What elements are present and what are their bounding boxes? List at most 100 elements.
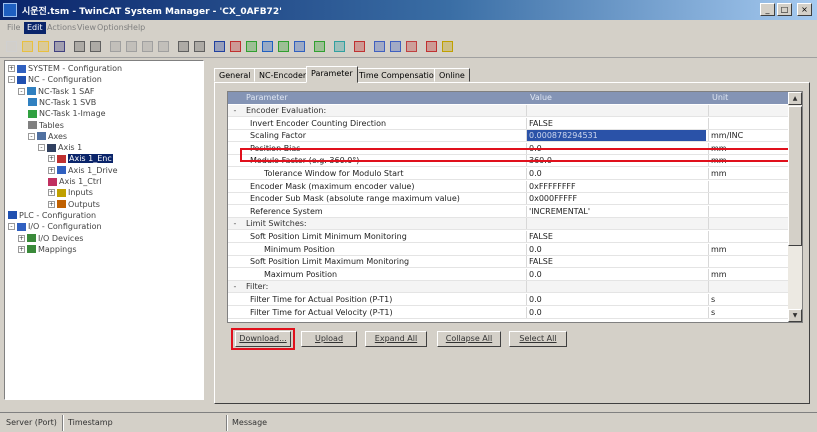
configuration-tree[interactable]: + SYSTEM - Configuration - NC - Configurati… — [4, 60, 204, 400]
parameter-value[interactable] — [526, 105, 706, 116]
new-icon[interactable] — [4, 39, 19, 54]
expand-icon[interactable]: + — [8, 65, 15, 72]
collapse-icon[interactable]: - — [8, 223, 15, 231]
select-all-button[interactable]: Select All — [509, 331, 567, 347]
tree-item[interactable]: - Axis 1 — [38, 142, 82, 153]
expand-all-button[interactable]: Expand All — [365, 331, 427, 347]
parameter-value[interactable]: 'INCREMENTAL' — [526, 205, 706, 217]
tree-item[interactable]: + Outputs — [48, 199, 100, 210]
parameter-row[interactable]: Filter Time for Actual Position (P-T1) 0.… — [228, 294, 790, 306]
parameter-row[interactable]: Maximum Position 0.0 mm — [228, 268, 790, 281]
parameter-row[interactable]: Encoder Sub Mask (absolute range maximum… — [228, 193, 790, 206]
tree-item[interactable]: + Mappings — [18, 244, 77, 255]
parameter-row[interactable]: Minimum Position 0.0 mm — [228, 243, 790, 256]
tree-item[interactable]: - NC - Configuration — [8, 74, 102, 85]
collapse-icon[interactable]: - — [228, 218, 242, 229]
parameter-value[interactable]: 0.0 — [526, 243, 706, 255]
parameter-row[interactable]: Scaling Factor 0.000878294531 mm/INC — [228, 130, 790, 143]
header-value[interactable]: Value — [530, 93, 552, 102]
parameter-group-row[interactable]: - Encoder Evaluation: — [228, 105, 790, 117]
paste-with-links-icon[interactable] — [156, 39, 171, 54]
activate-config-icon[interactable] — [244, 39, 259, 54]
tab-general[interactable]: General — [214, 68, 256, 82]
parameter-value[interactable] — [526, 218, 706, 230]
scroll-up-icon[interactable]: ▲ — [788, 92, 802, 105]
header-parameter[interactable]: Parameter — [246, 93, 288, 102]
collapse-icon[interactable]: - — [38, 144, 45, 152]
show-online-icon[interactable] — [312, 39, 327, 54]
collapse-icon[interactable]: - — [228, 281, 242, 292]
tree-item[interactable]: + SYSTEM - Configuration — [8, 63, 122, 74]
tab-time-compensation[interactable]: Time Compensation — [354, 68, 444, 82]
find-icon[interactable] — [176, 39, 191, 54]
find-next-icon[interactable] — [192, 39, 207, 54]
maximize-button[interactable]: □ — [777, 3, 792, 16]
tree-item[interactable]: NC-Task 1 SVB — [28, 97, 96, 108]
expand-icon[interactable]: + — [48, 189, 55, 197]
parameter-group-row[interactable]: - Filter: — [228, 281, 790, 294]
expand-icon[interactable]: + — [48, 166, 55, 174]
parameter-value[interactable]: 0x000FFFFF — [526, 193, 706, 205]
tab-nc-encoder[interactable]: NC-Encoder — [254, 68, 312, 82]
parameter-row[interactable]: Soft Position Limit Minimum Monitoring FA… — [228, 231, 790, 243]
open-icon[interactable] — [20, 39, 35, 54]
parameter-row[interactable]: Tolerance Window for Modulo Start 0.0 mm — [228, 168, 790, 180]
ads-icon[interactable] — [424, 39, 439, 54]
check-icon[interactable] — [260, 39, 275, 54]
parameter-value[interactable]: FALSE — [526, 256, 706, 268]
print-icon[interactable] — [72, 39, 87, 54]
column-message[interactable]: Message — [232, 418, 267, 427]
parameter-row[interactable]: Reference System 'INCREMENTAL' — [228, 205, 790, 218]
expand-icon[interactable]: + — [48, 200, 55, 208]
find-pointer-icon[interactable] — [388, 39, 403, 54]
tree-item[interactable]: NC-Task 1-Image — [28, 108, 106, 119]
parameter-value[interactable]: FALSE — [526, 117, 706, 129]
set-run-mode-icon[interactable] — [276, 39, 291, 54]
tree-item[interactable]: + I/O Devices — [18, 233, 83, 244]
parameter-value[interactable]: 0.0 — [526, 168, 706, 179]
tree-item[interactable]: Axis 1_Ctrl — [48, 176, 101, 187]
tree-item[interactable]: + Inputs — [48, 187, 93, 198]
parameter-group-row[interactable]: - Limit Switches: — [228, 218, 790, 231]
tab-online[interactable]: Online — [434, 68, 470, 82]
expand-icon[interactable]: + — [48, 155, 55, 163]
collapse-icon[interactable]: - — [28, 132, 35, 140]
tree-item[interactable]: Tables — [28, 120, 64, 131]
set-config-mode-icon[interactable] — [292, 39, 307, 54]
parameter-value[interactable] — [526, 281, 706, 293]
help-icon[interactable] — [440, 39, 455, 54]
scope-icon[interactable] — [404, 39, 419, 54]
menu-file[interactable]: File — [4, 22, 23, 34]
menu-help[interactable]: Help — [124, 22, 148, 34]
parameter-value[interactable]: 0.000878294531 — [526, 130, 706, 142]
network-icon[interactable] — [332, 39, 347, 54]
menu-edit[interactable]: Edit — [24, 22, 46, 34]
parameter-value[interactable]: 0.0 — [526, 268, 706, 280]
grid-vertical-scrollbar[interactable]: ▲ ▼ — [788, 92, 802, 322]
scroll-down-icon[interactable]: ▼ — [788, 309, 802, 322]
save-icon[interactable] — [52, 39, 67, 54]
parameter-grid[interactable]: Parameter Value Unit - Encoder Evaluation… — [227, 91, 803, 323]
minimize-button[interactable]: _ — [760, 3, 775, 16]
column-timestamp[interactable]: Timestamp — [68, 418, 113, 427]
column-server-port[interactable]: Server (Port) — [6, 418, 57, 427]
parameter-row[interactable]: Encoder Mask (maximum encoder value) 0xFF… — [228, 180, 790, 193]
paste-icon[interactable] — [140, 39, 155, 54]
scroll-thumb[interactable] — [788, 106, 802, 246]
tree-item[interactable]: + Axis 1_Enc — [48, 153, 113, 164]
expand-icon[interactable]: + — [18, 234, 25, 242]
upload-button[interactable]: Upload — [301, 331, 357, 347]
preview-icon[interactable] — [88, 39, 103, 54]
close-button[interactable]: × — [797, 3, 812, 16]
choose-target-icon[interactable] — [352, 39, 367, 54]
parameter-row[interactable]: Soft Position Limit Maximum Monitoring FA… — [228, 256, 790, 269]
pane-splitter[interactable] — [205, 60, 209, 400]
header-unit[interactable]: Unit — [712, 93, 728, 102]
collapse-all-button[interactable]: Collapse All — [437, 331, 501, 347]
expand-icon[interactable]: + — [18, 245, 25, 253]
tab-parameter[interactable]: Parameter — [306, 66, 358, 83]
tree-item[interactable]: - I/O - Configuration — [8, 221, 102, 232]
collapse-icon[interactable]: - — [18, 87, 25, 95]
collapse-icon[interactable]: - — [8, 76, 15, 84]
zoom-icon[interactable] — [372, 39, 387, 54]
